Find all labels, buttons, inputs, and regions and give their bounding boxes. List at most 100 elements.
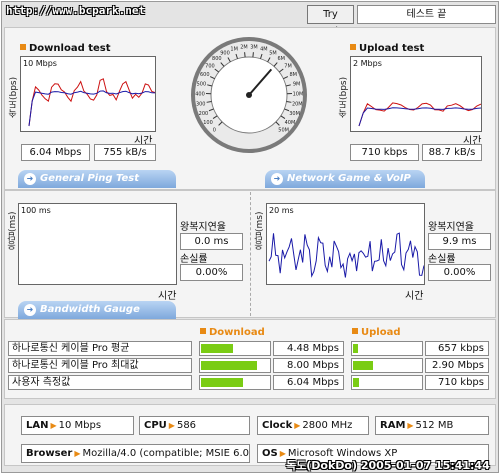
bw-upload-bar (351, 358, 423, 373)
bullet-icon (20, 44, 26, 50)
bw-upload-bar (351, 341, 423, 356)
ping-scale-label: 100 ms (21, 206, 51, 215)
gauge-tick-label: 10M (293, 91, 304, 97)
gauge-hub (246, 92, 252, 98)
game-latency-value: 9.9 ms (428, 233, 491, 250)
upload-y-label: 속도(bps) (339, 76, 349, 118)
game-x-label: 시간 (405, 291, 424, 302)
upload-scale-label: 2 Mbps (353, 59, 382, 68)
bw-row-label: 하나로통신 케이블 Pro 평균 (8, 341, 192, 356)
lan-info: LAN ▶ 10 Mbps (21, 416, 134, 435)
bw-download-bar (199, 341, 271, 356)
gauge-tick-label: 6M (277, 56, 285, 62)
gauge-tick-label: 50M (278, 128, 289, 134)
upload-kbs-value: 88.7 kB/s (422, 144, 482, 161)
bw-upload-fill (353, 361, 373, 370)
gauge-tick-label: 2M (240, 44, 248, 50)
ping-x-label: 시간 (158, 291, 177, 302)
bw-upload-value: 710 kbps (425, 375, 489, 390)
bw-upload-value: 657 kbps (425, 341, 489, 356)
lan-label: LAN (26, 420, 49, 431)
gauge-tick-label: 8M (290, 72, 298, 78)
upload-test-title: Upload test (350, 43, 424, 54)
download-title-text: Download test (29, 43, 111, 54)
ping-chart: 100 ms (18, 203, 177, 285)
game-loss-value: 0.00% (428, 264, 491, 281)
game-latency-line (268, 232, 424, 278)
bandwidth-download-header: Download (200, 327, 265, 338)
gauge-tick-label: 800 (212, 56, 222, 62)
bandwidth-upload-header: Upload (352, 327, 400, 338)
gauge-tick-label: 100 (203, 120, 213, 126)
bullet-icon (350, 44, 356, 50)
bw-upload-value: 2.90 Mbps (425, 358, 489, 373)
gauge-tick-label: 1M (230, 46, 238, 52)
download-avg-line (28, 90, 155, 127)
bw-download-fill (201, 378, 243, 387)
tab-bandwidth-label: Bandwidth Gauge (40, 304, 140, 315)
game-latency-label: 왕복지연율 (428, 222, 474, 233)
tab-bandwidth-gauge[interactable]: ➜ Bandwidth Gauge (18, 301, 176, 319)
bw-download-value: 8.00 Mbps (273, 358, 344, 373)
arrow-icon: ▶ (74, 449, 81, 458)
lan-value: 10 Mbps (58, 420, 102, 431)
bullet-icon (200, 328, 206, 334)
download-kbs-value: 755 kB/s (94, 144, 156, 161)
bw-download-value: 4.48 Mbps (273, 341, 344, 356)
gauge-tick-label: 9M (293, 81, 301, 87)
arrow-icon: ▶ (50, 421, 57, 430)
cpu-label: CPU (144, 420, 167, 431)
arrow-icon: ➜ (271, 173, 283, 185)
download-y-label: 속도(bps) (9, 76, 19, 118)
bw-upload-fill (353, 344, 358, 353)
ping-latency-label: 왕복지연율 (180, 222, 226, 233)
arrow-icon: ▶ (168, 421, 175, 430)
download-graph (28, 78, 155, 127)
download-test-title: Download test (20, 43, 111, 54)
game-chart: 20 ms (266, 203, 425, 285)
bw-upload-header-text: Upload (361, 327, 401, 338)
bw-row-label: 사용자 측정값 (8, 375, 192, 390)
gauge-tick-label: 5M (269, 50, 277, 56)
speed-gauge: 0100 200 300 400 500 600 7008009001M 2M 3M 4M5M6M… (191, 37, 307, 153)
gauge-tick-label: 4M (260, 46, 268, 52)
os-label: OS (262, 448, 278, 459)
bw-download-fill (201, 361, 257, 370)
game-graph (268, 232, 424, 278)
upload-title-text: Upload test (359, 43, 425, 54)
gauge-tick (252, 52, 254, 58)
bw-row-label: 하나로통신 케이블 Pro 최대값 (8, 358, 192, 373)
bw-download-value: 6.04 Mbps (273, 375, 344, 390)
ping-loss-value: 0.00% (180, 264, 243, 281)
cpu-info: CPU ▶ 586 (139, 416, 250, 435)
browser-info: Browser ▶ Mozilla/4.0 (compatible; MSIE 6.… (21, 444, 250, 463)
gauge-tick-label: 200 (199, 111, 209, 117)
tab-network-game[interactable]: ➜Network Game & VoIP Test (265, 170, 425, 202)
bw-upload-bar (351, 375, 423, 390)
gauge-tick-label: 500 (197, 81, 207, 87)
clock-value: 2800 MHz (302, 420, 353, 431)
game-y-label: 응답(ms) (255, 211, 265, 250)
bw-download-fill (201, 344, 233, 353)
ping-loss-label: 손실률 (180, 254, 208, 265)
arrow-icon: ▶ (407, 421, 414, 430)
arrow-icon: ▶ (279, 449, 286, 458)
gauge-tick-label: 30M (289, 111, 300, 117)
bw-download-bar (199, 375, 271, 390)
gauge-tick-label: 40M (285, 120, 296, 126)
bullet-icon (352, 328, 358, 334)
upload-raw-line (358, 102, 481, 127)
gauge-tick-label: 400 (195, 91, 205, 97)
ping-latency-value: 0.0 ms (180, 233, 243, 250)
panel-divider (250, 192, 251, 316)
site-url: http://www.bcpark.net (6, 4, 146, 17)
watermark: 독도(DokDo) 2005-01-07 15:41:44 (286, 459, 490, 472)
gauge-tick-label: 900 (220, 50, 230, 56)
browser-label: Browser (26, 448, 73, 459)
clock-info: Clock ▶ 2800 MHz (257, 416, 369, 435)
try-again-button[interactable]: Try again (307, 5, 354, 37)
browser-value: Mozilla/4.0 (compatible; MSIE 6.0 (82, 448, 249, 459)
tab-general-ping[interactable]: ➜ General Ping Test (18, 170, 176, 188)
arrow-icon: ➜ (24, 173, 36, 185)
bw-download-header-text: Download (209, 327, 265, 338)
